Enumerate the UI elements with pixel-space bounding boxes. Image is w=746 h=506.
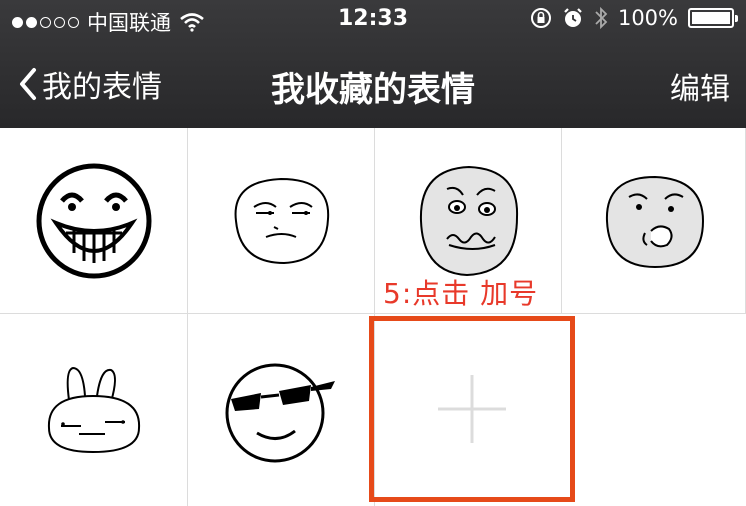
troll-grin-face-icon [36,163,151,278]
sunglasses-face-icon [225,363,335,463]
plus-icon [438,375,506,443]
sticker-item-5[interactable] [0,314,188,506]
instruction-annotation: 5:点击 加号 [383,277,539,310]
sticker-item-4[interactable] [562,128,746,314]
smug-face-icon [234,177,330,264]
edit-button[interactable]: 编辑 [670,64,730,108]
top-bar: 中国联通 12:33 100% 我的表情 我收藏的表情 编辑 [0,0,746,128]
page-title: 我收藏的表情 [271,70,475,110]
grid-empty-cell [575,314,746,506]
alarm-clock-icon [564,8,582,27]
sticker-item-2[interactable] [188,128,375,314]
bunny-face-icon [47,366,140,454]
sticker-item-6[interactable] [188,314,375,506]
navigation-bar: 我的表情 我收藏的表情 编辑 [0,40,746,128]
rotation-lock-icon [530,8,551,28]
battery-percent: 100% [617,6,678,30]
nose-pick-face-icon [605,175,704,268]
sticker-item-1[interactable] [0,128,188,314]
nervous-face-icon [419,165,519,276]
add-sticker-button[interactable] [369,316,575,502]
status-bar: 中国联通 12:33 100% [0,0,746,40]
battery-icon [688,8,738,28]
bluetooth-icon [595,6,608,30]
